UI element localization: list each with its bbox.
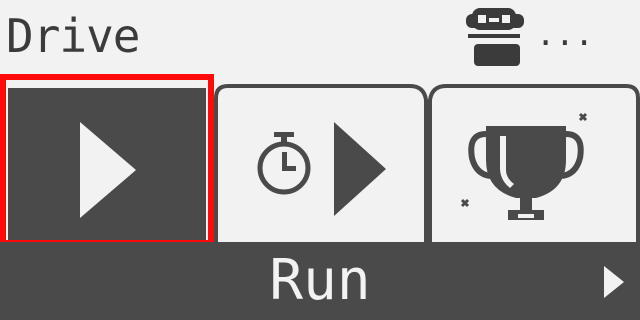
page-title: Drive [6,9,140,63]
connection-status: ... [462,4,594,72]
chevron-right-icon[interactable] [596,262,630,302]
bottom-bar: Run [0,242,640,320]
drive-screen: Drive ... Run [0,0,640,320]
header: Drive ... [0,0,640,76]
mode-tabs [0,74,640,242]
play-icon [80,122,136,218]
tab-challenge[interactable] [428,80,640,242]
tab-run[interactable] [0,80,214,242]
stopwatch-play-icon [257,122,386,216]
trophy-icon [460,112,588,220]
mode-label: Run [269,248,371,313]
tab-timed-run[interactable] [214,80,428,242]
status-text: ... [536,15,594,53]
controller-icon [466,8,524,66]
